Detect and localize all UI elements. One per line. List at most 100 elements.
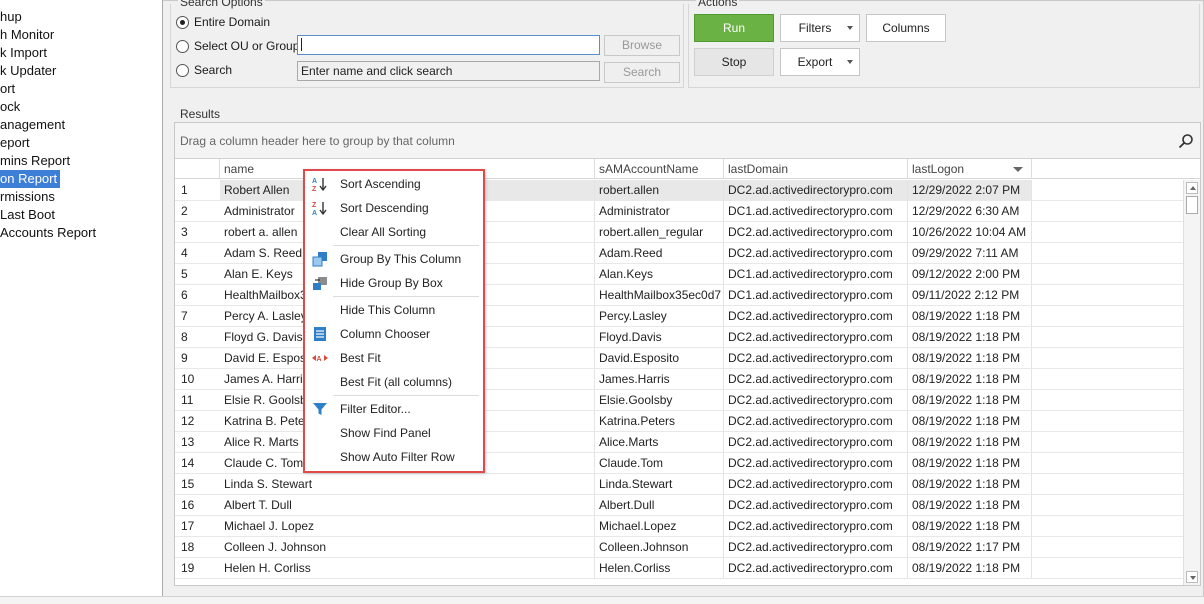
stop-button[interactable]: Stop	[694, 48, 774, 76]
group-by-panel[interactable]: Drag a column header here to group by th…	[175, 123, 1200, 159]
sidebar-item[interactable]: ock	[0, 98, 162, 116]
scroll-thumb[interactable]	[1186, 196, 1198, 214]
lastlogon-cell[interactable]: 09/11/2022 2:12 PM	[908, 285, 1032, 305]
lastlogon-cell[interactable]: 10/26/2022 10:04 AM	[908, 222, 1032, 242]
entire-domain-radio-row[interactable]: Entire Domain	[176, 14, 270, 30]
menu-item-show-auto-filter-row[interactable]: Show Auto Filter Row	[307, 446, 481, 468]
lastdomain-cell[interactable]: DC2.ad.activedirectorypro.com	[724, 537, 908, 557]
lastdomain-cell[interactable]: DC2.ad.activedirectorypro.com	[724, 348, 908, 368]
lastlogon-cell[interactable]: 09/12/2022 2:00 PM	[908, 264, 1032, 284]
menu-item-best-fit[interactable]: A Best Fit	[307, 347, 481, 369]
lastdomain-cell[interactable]: DC1.ad.activedirectorypro.com	[724, 264, 908, 284]
sidebar-item[interactable]: k Import	[0, 44, 162, 62]
filters-button[interactable]: Filters	[780, 14, 860, 42]
name-cell[interactable]: Helen H. Corliss	[220, 558, 595, 578]
lastlogon-cell[interactable]: 08/19/2022 1:18 PM	[908, 390, 1032, 410]
lastlogon-cell[interactable]: 08/19/2022 1:18 PM	[908, 306, 1032, 326]
sidebar-item[interactable]: ort	[0, 80, 162, 98]
lastlogon-cell[interactable]: 08/19/2022 1:18 PM	[908, 474, 1032, 494]
name-cell[interactable]: Linda S. Stewart	[220, 474, 595, 494]
lastlogon-cell[interactable]: 08/19/2022 1:18 PM	[908, 327, 1032, 347]
samaccountname-cell[interactable]: Floyd.Davis	[595, 327, 724, 347]
samaccountname-cell[interactable]: David.Esposito	[595, 348, 724, 368]
lastdomain-cell[interactable]: DC2.ad.activedirectorypro.com	[724, 390, 908, 410]
run-button[interactable]: Run	[694, 14, 774, 42]
browse-button[interactable]: Browse	[604, 35, 680, 56]
samaccountname-cell[interactable]: Alan.Keys	[595, 264, 724, 284]
menu-item-best-fit-all[interactable]: Best Fit (all columns)	[307, 371, 481, 393]
row-number-cell[interactable]: 15	[175, 474, 220, 494]
samaccountname-cell[interactable]: Michael.Lopez	[595, 516, 724, 536]
samaccountname-cell[interactable]: James.Harris	[595, 369, 724, 389]
sidebar-item[interactable]: Last Boot	[0, 206, 162, 224]
lastdomain-cell[interactable]: DC1.ad.activedirectorypro.com	[724, 285, 908, 305]
menu-item-hide-column[interactable]: Hide This Column	[307, 299, 481, 321]
row-number-cell[interactable]: 2	[175, 201, 220, 221]
samaccountname-cell[interactable]: robert.allen_regular	[595, 222, 724, 242]
menu-item-group-by-column[interactable]: Group By This Column	[307, 248, 481, 270]
lastdomain-cell[interactable]: DC2.ad.activedirectorypro.com	[724, 180, 908, 200]
samaccountname-cell[interactable]: Adam.Reed	[595, 243, 724, 263]
lastdomain-cell[interactable]: DC2.ad.activedirectorypro.com	[724, 516, 908, 536]
row-number-cell[interactable]: 5	[175, 264, 220, 284]
menu-item-column-chooser[interactable]: Column Chooser	[307, 323, 481, 345]
row-number-cell[interactable]: 9	[175, 348, 220, 368]
row-number-cell[interactable]: 4	[175, 243, 220, 263]
lastlogon-cell[interactable]: 09/29/2022 7:11 AM	[908, 243, 1032, 263]
lastdomain-cell[interactable]: DC2.ad.activedirectorypro.com	[724, 369, 908, 389]
menu-item-sort-ascending[interactable]: A Z Sort Ascending	[307, 173, 481, 195]
samaccountname-cell[interactable]: HealthMailbox35ec0d7	[595, 285, 724, 305]
lastlogon-cell[interactable]: 08/19/2022 1:18 PM	[908, 369, 1032, 389]
sidebar-item[interactable]: mins Report	[0, 152, 162, 170]
menu-item-filter-editor[interactable]: Filter Editor...	[307, 398, 481, 420]
lastdomain-cell[interactable]: DC2.ad.activedirectorypro.com	[724, 306, 908, 326]
samaccountname-cell[interactable]: Colleen.Johnson	[595, 537, 724, 557]
column-header-lastlogon[interactable]: lastLogon	[908, 159, 1032, 179]
row-number-cell[interactable]: 16	[175, 495, 220, 515]
table-row[interactable]: 18 Colleen J. Johnson Colleen.Johnson DC2.a…	[175, 537, 1200, 558]
lastlogon-cell[interactable]: 08/19/2022 1:18 PM	[908, 495, 1032, 515]
lastdomain-cell[interactable]: DC2.ad.activedirectorypro.com	[724, 411, 908, 431]
table-row[interactable]: 16 Albert T. Dull Albert.Dull DC2.ad.active…	[175, 495, 1200, 516]
samaccountname-cell[interactable]: Claude.Tom	[595, 453, 724, 473]
lastlogon-cell[interactable]: 08/19/2022 1:18 PM	[908, 411, 1032, 431]
menu-item-show-find-panel[interactable]: Show Find Panel	[307, 422, 481, 444]
row-number-cell[interactable]: 11	[175, 390, 220, 410]
select-ou-radio[interactable]	[176, 39, 189, 53]
lastlogon-cell[interactable]: 08/19/2022 1:17 PM	[908, 537, 1032, 557]
name-cell[interactable]: Albert T. Dull	[220, 495, 595, 515]
search-name-input[interactable]: Enter name and click search	[297, 61, 600, 81]
row-number-cell[interactable]: 13	[175, 432, 220, 452]
row-number-cell[interactable]: 10	[175, 369, 220, 389]
row-number-cell[interactable]: 18	[175, 537, 220, 557]
row-number-cell[interactable]: 7	[175, 306, 220, 326]
name-cell[interactable]: Michael J. Lopez	[220, 516, 595, 536]
samaccountname-cell[interactable]: Helen.Corliss	[595, 558, 724, 578]
samaccountname-cell[interactable]: Alice.Marts	[595, 432, 724, 452]
lastlogon-cell[interactable]: 08/19/2022 1:18 PM	[908, 516, 1032, 536]
entire-domain-radio[interactable]	[176, 15, 189, 29]
column-header-samaccountname[interactable]: sAMAccountName	[595, 159, 724, 179]
search-radio-row[interactable]: Search	[176, 62, 232, 78]
lastlogon-cell[interactable]: 08/19/2022 1:18 PM	[908, 453, 1032, 473]
lastdomain-cell[interactable]: DC2.ad.activedirectorypro.com	[724, 453, 908, 473]
row-number-cell[interactable]: 14	[175, 453, 220, 473]
sidebar-item[interactable]: Accounts Report	[0, 224, 162, 242]
vertical-scrollbar[interactable]	[1183, 180, 1200, 585]
row-number-cell[interactable]: 1	[175, 180, 220, 200]
table-row[interactable]: 17 Michael J. Lopez Michael.Lopez DC2.ad.ac…	[175, 516, 1200, 537]
sidebar-item[interactable]: rmissions	[0, 188, 162, 206]
lastdomain-cell[interactable]: DC2.ad.activedirectorypro.com	[724, 558, 908, 578]
sidebar-item[interactable]: k Updater	[0, 62, 162, 80]
sidebar-item[interactable]: h Monitor	[0, 26, 162, 44]
sidebar-item[interactable]: eport	[0, 134, 162, 152]
sidebar-item-selected[interactable]: on Report	[0, 170, 162, 188]
samaccountname-cell[interactable]: Albert.Dull	[595, 495, 724, 515]
column-header-lastdomain[interactable]: lastDomain	[724, 159, 908, 179]
samaccountname-cell[interactable]: Linda.Stewart	[595, 474, 724, 494]
row-number-cell[interactable]: 8	[175, 327, 220, 347]
row-number-cell[interactable]: 6	[175, 285, 220, 305]
search-button[interactable]: Search	[604, 62, 680, 83]
samaccountname-cell[interactable]: Administrator	[595, 201, 724, 221]
lastlogon-cell[interactable]: 08/19/2022 1:18 PM	[908, 558, 1032, 578]
